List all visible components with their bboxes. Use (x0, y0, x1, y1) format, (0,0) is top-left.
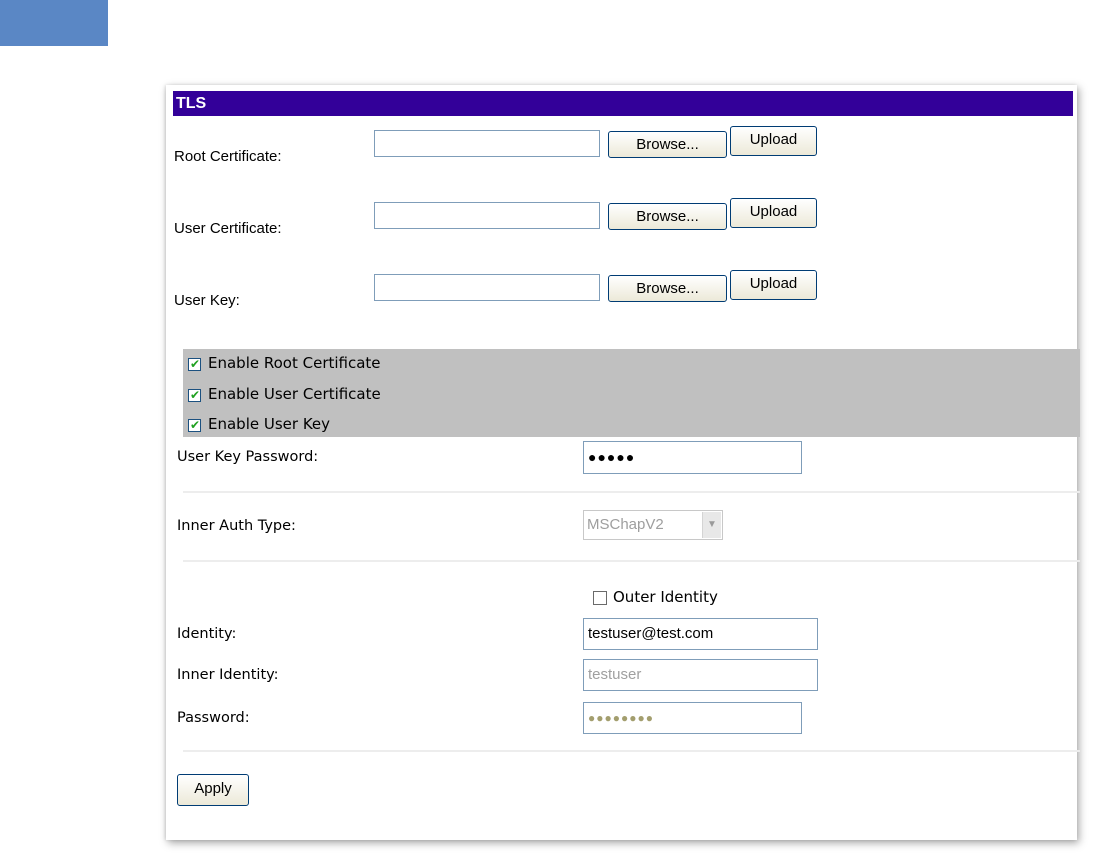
identity-input[interactable]: testuser@test.com (583, 618, 818, 650)
tls-panel-inner: TLS Root Certificate: Browse... Upload U… (173, 91, 1080, 806)
root-certificate-file-input[interactable] (374, 130, 600, 157)
inner-auth-type-select[interactable]: MSChapV2 ▼ (583, 510, 723, 540)
root-certificate-browse-button[interactable]: Browse... (608, 131, 727, 158)
inner-identity-label: Inner Identity: (177, 667, 279, 683)
enable-options-band: ✔ Enable Root Certificate ✔ Enable User … (183, 349, 1080, 437)
user-key-password-input[interactable]: ●●●●● (583, 441, 802, 474)
outer-identity-checkbox[interactable] (593, 591, 607, 605)
inner-identity-input[interactable]: testuser (583, 659, 818, 691)
separator (183, 491, 1080, 493)
separator (183, 750, 1080, 752)
outer-identity-label: Outer Identity (613, 588, 718, 606)
root-certificate-label: Root Certificate: (174, 148, 282, 165)
identity-label: Identity: (177, 626, 237, 642)
user-key-upload-button[interactable]: Upload (730, 270, 817, 300)
top-blue-tab (0, 0, 108, 46)
user-certificate-label: User Certificate: (174, 220, 282, 237)
user-key-browse-button[interactable]: Browse... (608, 275, 727, 302)
check-icon: ✔ (190, 418, 201, 432)
panel-title: TLS (173, 91, 1073, 116)
user-certificate-upload-button[interactable]: Upload (730, 198, 817, 228)
chevron-down-icon[interactable]: ▼ (702, 512, 721, 538)
check-icon: ✔ (190, 388, 201, 402)
enable-user-certificate-checkbox[interactable]: ✔ (188, 388, 201, 402)
separator (183, 560, 1080, 562)
user-key-label: User Key: (174, 292, 240, 309)
inner-auth-type-value: MSChapV2 (587, 516, 664, 533)
user-key-password-label: User Key Password: (177, 449, 319, 465)
enable-user-certificate-label: Enable User Certificate (208, 385, 381, 403)
apply-button[interactable]: Apply (177, 774, 249, 806)
root-certificate-upload-button[interactable]: Upload (730, 126, 817, 156)
check-icon: ✔ (190, 357, 201, 371)
user-key-file-input[interactable] (374, 274, 600, 301)
enable-user-key-label: Enable User Key (208, 415, 331, 433)
enable-user-key-checkbox[interactable]: ✔ (188, 418, 201, 432)
tls-panel: TLS Root Certificate: Browse... Upload U… (166, 85, 1080, 840)
enable-root-certificate-checkbox[interactable]: ✔ (188, 357, 201, 371)
enable-root-certificate-label: Enable Root Certificate (208, 354, 381, 372)
user-certificate-file-input[interactable] (374, 202, 600, 229)
inner-auth-type-label: Inner Auth Type: (177, 518, 296, 534)
password-label: Password: (177, 710, 250, 726)
user-certificate-browse-button[interactable]: Browse... (608, 203, 727, 230)
password-input[interactable]: ●●●●●●●● (583, 702, 802, 734)
